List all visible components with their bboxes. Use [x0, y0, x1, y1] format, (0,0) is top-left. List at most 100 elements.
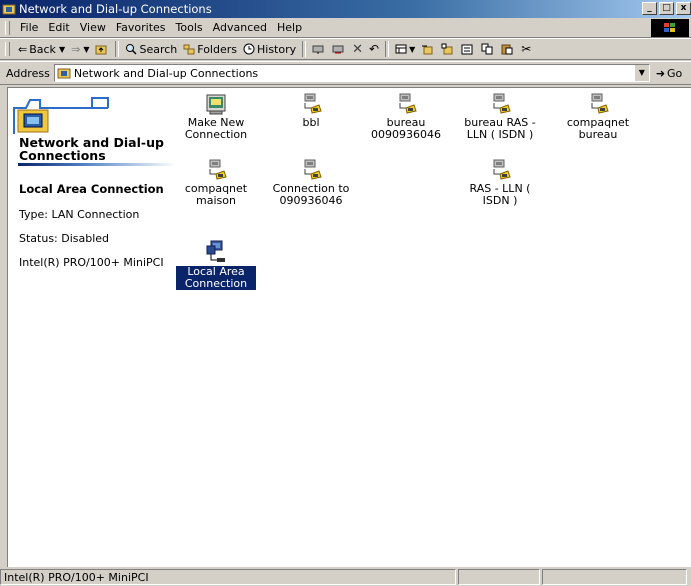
dialup-connection-icon: [399, 93, 417, 114]
connection-compaqnet-bureau[interactable]: compaqnet bureau: [558, 93, 638, 141]
address-bar: Address Network and Dial-up Connections …: [0, 61, 691, 85]
network-folder-icon: [2, 2, 16, 16]
folders-icon: [183, 44, 195, 55]
menu-view[interactable]: View: [75, 21, 111, 34]
menu-grip[interactable]: [5, 20, 10, 35]
menu-bar: File Edit View Favorites Tools Advanced …: [0, 18, 691, 38]
map-drive-icon: [312, 45, 324, 54]
back-button[interactable]: ⇐ Back ▼: [15, 43, 68, 56]
connection-bureau-0090936046[interactable]: bureau 0090936046: [366, 93, 446, 141]
menu-help[interactable]: Help: [272, 21, 307, 34]
chevron-down-icon: ▼: [58, 44, 66, 54]
address-value: Network and Dial-up Connections: [73, 66, 259, 80]
toolbar-separator: [302, 41, 307, 57]
connection-compaqnet-maison[interactable]: compaqnet maison: [176, 159, 256, 207]
connection-bbl[interactable]: bbl: [271, 93, 351, 129]
device-name: Intel(R) PRO/100+ MiniPCI: [19, 256, 164, 269]
status-panel-2: [458, 569, 540, 585]
forward-arrow-icon: ⇒: [71, 42, 81, 56]
pane-divider: [18, 163, 176, 166]
maximize-button[interactable]: □: [659, 2, 674, 15]
window-title: Network and Dial-up Connections: [19, 2, 212, 16]
network-folder-graphic-icon: [13, 97, 109, 134]
paste-icon: [501, 44, 513, 55]
connection-type: Type: LAN Connection: [19, 208, 140, 221]
go-button[interactable]: ➜ Go: [656, 67, 682, 80]
status-bar: Intel(R) PRO/100+ MiniPCI: [0, 568, 691, 586]
network-folder-icon: [57, 68, 71, 79]
dialup-connection-icon: [209, 159, 227, 180]
copy-button[interactable]: [478, 43, 498, 55]
local-area-connection-item[interactable]: Local Area Connection: [175, 240, 257, 291]
toolbar-grip[interactable]: [5, 42, 10, 56]
map-drive-button[interactable]: [309, 43, 329, 55]
copy-icon: [481, 43, 493, 55]
address-input[interactable]: Network and Dial-up Connections ▼: [53, 64, 650, 82]
undo-button[interactable]: ↶: [366, 42, 382, 56]
selected-item-name: Local Area Connection: [19, 182, 164, 196]
properties-button[interactable]: [458, 43, 478, 55]
status-panel-3: [542, 569, 687, 585]
address-label: Address: [6, 66, 50, 80]
history-button[interactable]: History: [240, 43, 299, 56]
connection-bureau-ras-lln-isdn[interactable]: bureau RAS - LLN ( ISDN ): [458, 93, 542, 141]
windows-logo-icon: [651, 19, 689, 37]
connection-to-090936046[interactable]: Connection to 090936046: [271, 159, 351, 207]
menu-edit[interactable]: Edit: [43, 21, 74, 34]
chevron-down-icon: ▼: [409, 44, 416, 54]
go-label: Go: [667, 66, 683, 80]
folders-button[interactable]: Folders: [180, 43, 240, 56]
chevron-down-icon: ▼: [83, 44, 90, 54]
minimize-button[interactable]: _: [642, 2, 657, 15]
menu-tools[interactable]: Tools: [171, 21, 208, 34]
history-icon: [243, 43, 255, 55]
up-folder-button[interactable]: [92, 43, 112, 55]
menu-file[interactable]: File: [15, 21, 43, 34]
close-button[interactable]: x: [676, 2, 691, 15]
make-new-connection-item[interactable]: Make New Connection: [176, 93, 256, 141]
search-label: Search: [139, 42, 178, 56]
copy-to-button[interactable]: [438, 43, 458, 55]
move-to-button[interactable]: [418, 43, 438, 55]
icon-label: RAS - LLN ( ISDN ): [469, 182, 531, 207]
standard-toolbar: ⇐ Back ▼ ⇒ ▼ Search Folders History ✕ ↶ …: [0, 38, 691, 60]
icon-label: Local Area Connection: [175, 265, 257, 291]
up-folder-icon: [95, 45, 107, 55]
views-button[interactable]: ▼: [392, 43, 418, 55]
wizard-icon: [206, 94, 226, 115]
icon-label: bureau RAS - LLN ( ISDN ): [464, 116, 536, 141]
forward-button[interactable]: ⇒ ▼: [68, 43, 92, 56]
details-pane: Network and Dial-up Connections Local Ar…: [8, 88, 183, 566]
toolbar-separator: [115, 41, 120, 57]
move-to-icon: [422, 45, 433, 55]
menu-advanced[interactable]: Advanced: [208, 21, 272, 34]
delete-icon: ✕: [352, 41, 364, 57]
back-label: Back: [29, 42, 56, 56]
history-label: History: [257, 42, 297, 56]
menu-favorites[interactable]: Favorites: [111, 21, 171, 34]
undo-icon: ↶: [369, 42, 380, 56]
dialup-connection-icon: [591, 93, 609, 114]
delete-button[interactable]: ✕: [349, 42, 366, 57]
cut-button[interactable]: ✂: [518, 42, 534, 56]
dialup-connection-icon: [304, 93, 322, 114]
views-icon: [395, 44, 407, 54]
icon-label: compaqnet bureau: [566, 116, 630, 141]
pane-title: Network and Dial-up Connections: [19, 135, 164, 163]
disconnect-drive-icon: [332, 45, 344, 54]
dialup-connection-icon: [304, 159, 322, 180]
content-pane[interactable]: Network and Dial-up Connections Local Ar…: [7, 87, 691, 567]
icon-label: Connection to 090936046: [272, 182, 350, 207]
disconnect-drive-button[interactable]: [329, 43, 349, 55]
lan-connection-icon: [206, 240, 225, 262]
go-arrow-icon: ➜: [655, 66, 666, 80]
copy-to-icon: [441, 43, 453, 55]
status-text: Intel(R) PRO/100+ MiniPCI: [0, 569, 456, 585]
dialup-connection-icon: [493, 93, 511, 114]
paste-button[interactable]: [498, 43, 518, 55]
connection-ras-lln-isdn[interactable]: RAS - LLN ( ISDN ): [454, 159, 546, 207]
search-button[interactable]: Search: [122, 43, 180, 56]
address-dropdown-button[interactable]: ▼: [633, 65, 649, 81]
title-bar[interactable]: Network and Dial-up Connections _ □ x: [0, 0, 691, 18]
icon-label: bureau 0090936046: [371, 116, 441, 141]
